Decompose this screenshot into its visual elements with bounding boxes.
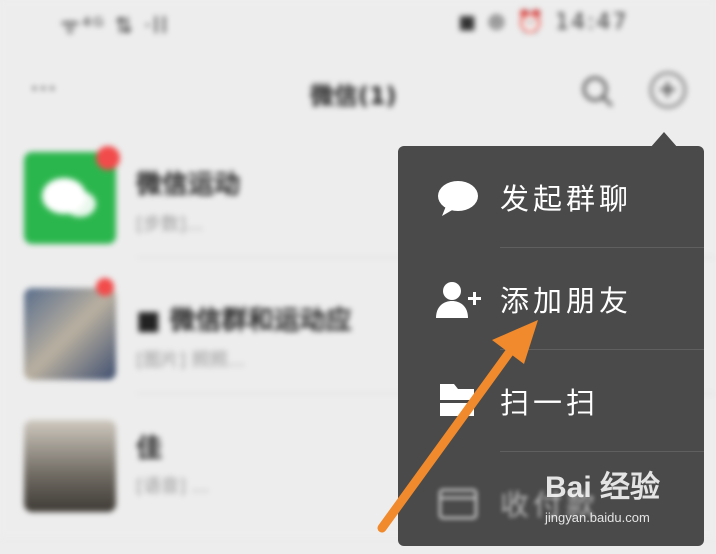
status-signal: ᯤ⁴ᴳ ⇅ ·ll <box>60 14 170 39</box>
more-icon[interactable]: ··· <box>30 72 57 105</box>
chat-name: 佳 <box>136 434 163 464</box>
chat-preview: [步数]... <box>136 214 204 235</box>
chat-name: ■ 微信群和运动应 <box>136 306 352 336</box>
menu-item-label: 添加朋友 <box>500 284 633 318</box>
unread-badge <box>96 146 120 170</box>
search-icon[interactable] <box>580 74 614 108</box>
scan-icon <box>438 384 478 416</box>
menu-item-label: 扫一扫 <box>500 386 600 420</box>
status-time: ◼ ⊛ ⏰ 14:47 <box>458 10 629 35</box>
watermark-url: jingyan.baidu.com <box>545 510 650 525</box>
menu-item-scan[interactable]: 扫一扫 <box>398 350 704 452</box>
avatar <box>24 420 116 512</box>
menu-item-group-chat[interactable]: 发起群聊 <box>398 146 704 248</box>
chat-preview: [图片] 照照... <box>136 350 245 371</box>
chat-bubble-icon <box>438 181 478 216</box>
add-menu-button[interactable] <box>650 72 686 108</box>
add-friend-icon <box>436 282 481 318</box>
status-bar: ᯤ⁴ᴳ ⇅ ·ll ◼ ⊛ ⏰ 14:47 <box>0 0 716 50</box>
menu-item-add-friend[interactable]: 添加朋友 <box>398 248 704 350</box>
chat-name: 微信运动 <box>136 170 241 200</box>
chat-preview: [语音] ... <box>136 476 209 497</box>
watermark-brand: Bai 经验 <box>545 471 661 504</box>
page-title: 微信(1) <box>310 82 397 110</box>
payment-icon <box>438 488 478 520</box>
avatar <box>24 288 116 380</box>
nav-bar: ··· 微信(1) <box>0 62 716 122</box>
menu-item-label: 发起群聊 <box>500 182 633 216</box>
unread-badge <box>96 278 114 296</box>
watermark: Bai 经验 jingyan.baidu.com <box>545 462 705 532</box>
